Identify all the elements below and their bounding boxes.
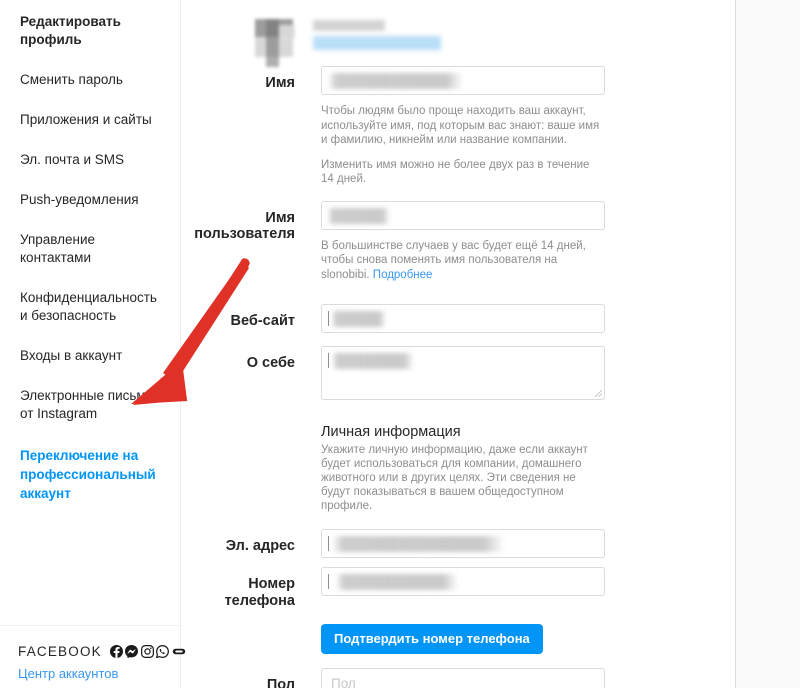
sidebar-item-change-password[interactable]: Сменить пароль [0,60,180,100]
username-help-text: В большинстве случаев у вас будет ещё 14… [321,239,605,283]
bio-caret [328,353,329,368]
field-row-email: Эл. адрес [181,529,735,558]
change-photo-link-redacted[interactable] [313,36,441,50]
email-field-wrap [321,529,655,558]
bio-label: О себе [246,355,295,371]
username-value-redacted [328,207,390,224]
gender-label: Пол [266,677,295,688]
username-label: Имя пользователя [181,201,321,242]
confirm-phone-spacer [181,624,321,633]
facebook-brand-row: FACEBOOK [18,644,186,659]
personal-info-title: Личная информация [321,424,461,440]
email-label: Эл. адрес [225,538,295,554]
username-field-wrap: В большинстве случаев у вас будет ещё 14… [321,200,655,283]
website-field-wrap [321,304,655,333]
phone-field-wrap [321,567,655,596]
sidebar-footer: FACEBOOK Центр аккаунтов [0,625,186,688]
phone-caret [328,574,329,589]
sidebar-item-email-and-sms[interactable]: Эл. почта и SMS [0,140,180,180]
phone-input[interactable] [321,567,605,596]
name-help-text-1: Чтобы людям было проще находить ваш акка… [321,105,600,146]
email-value-redacted [332,536,504,552]
sidebar-item-label: Эл. почта и SMS [20,152,125,167]
accounts-center-link[interactable]: Центр аккаунтов [18,666,162,681]
field-row-website: Веб-сайт [181,304,735,333]
sidebar-item-label: Переключение на профессиональный аккаунт [20,448,156,501]
sidebar-item-label: Push-уведомления [20,192,139,207]
name-input[interactable] [321,66,605,95]
gender-field-wrap: Пол [321,668,655,688]
email-input[interactable] [321,529,605,558]
facebook-icon[interactable] [109,645,123,658]
personal-info-description: Укажите личную информацию, даже если акк… [321,444,588,512]
sidebar-item-apps-and-sites[interactable]: Приложения и сайты [0,100,180,140]
section-personal-info: Личная информация Укажите личную информа… [181,424,735,513]
sidebar-item-label: Приложения и сайты [20,112,152,127]
website-value-redacted [332,311,386,327]
field-row-bio: О себе [181,346,735,400]
whatsapp-icon[interactable] [156,645,170,658]
username-input[interactable] [321,200,605,230]
username-learn-more-link[interactable]: Подробнее [373,269,433,281]
username-label-line2: пользователя [194,225,295,242]
name-help-text-2: Изменить имя можно не более двух раз в т… [321,158,590,186]
phone-value-redacted [336,574,458,590]
sidebar-item-label: Электронные письма от Instagram [20,388,154,421]
messenger-icon[interactable] [125,645,139,658]
username-help-sentence: В большинстве случаев у вас будет ещё 14… [321,239,586,281]
sidebar-item-privacy-and-security[interactable]: Конфиденциальность и безопасность [0,278,180,336]
gender-placeholder: Пол [331,676,356,688]
bio-value-redacted [332,353,414,369]
sidebar-item-label: Управление контактами [20,232,96,265]
sidebar-item-edit-profile[interactable]: Редактировать профиль [0,2,180,60]
confirm-phone-button[interactable]: Подтвердить номер телефона [321,624,543,654]
profile-header-text [313,17,513,59]
sidebar-item-label: Редактировать профиль [20,14,121,47]
facebook-wordmark: FACEBOOK [18,644,102,659]
footer-social-icons [109,645,186,658]
profile-header [181,10,735,67]
field-row-name: Имя Чтобы людям было проще находить ваш … [181,66,735,187]
phone-label: Номер телефона [224,576,295,609]
sidebar-item-label: Входы в аккаунт [20,348,123,363]
sidebar-item-account-logins[interactable]: Входы в аккаунт [0,336,180,376]
sidebar-nav: Редактировать профиль Сменить пароль При… [0,0,180,625]
sidebar-item-manage-contacts[interactable]: Управление контактами [0,220,180,278]
name-label: Имя [265,75,295,91]
edit-profile-form: Имя Чтобы людям было проще находить ваш … [181,0,735,688]
personal-info-spacer [181,424,321,433]
website-input[interactable] [321,304,605,333]
website-caret [328,311,329,326]
field-row-gender: Пол Пол [181,668,735,688]
email-caret [328,536,329,551]
website-label: Веб-сайт [230,313,295,329]
settings-sidebar: Редактировать профиль Сменить пароль При… [0,0,186,688]
sidebar-item-label: Сменить пароль [20,72,123,87]
name-value-redacted [328,73,463,89]
avatar[interactable] [255,19,295,67]
sidebar-item-switch-to-professional-account[interactable]: Переключение на профессиональный аккаунт [0,434,180,514]
bio-field-wrap [321,346,655,400]
profile-username-redacted [313,20,385,31]
confirm-phone-wrap: Подтвердить номер телефона [321,624,655,654]
username-label-line1: Имя [265,209,295,226]
sidebar-item-label: Конфиденциальность и безопасность [20,290,157,323]
resize-handle-icon[interactable] [593,388,603,398]
sidebar-item-emails-from-instagram[interactable]: Электронные письма от Instagram [0,376,180,434]
field-row-username: Имя пользователя В большинстве случаев у… [181,200,735,283]
instagram-icon[interactable] [140,645,154,658]
gender-input[interactable]: Пол [321,668,605,688]
field-row-phone: Номер телефона [181,567,735,610]
sidebar-item-push-notifications[interactable]: Push-уведомления [0,180,180,220]
settings-card: Редактировать профиль Сменить пароль При… [0,0,736,688]
personal-info-wrap: Личная информация Укажите личную информа… [321,424,655,513]
name-field-wrap: Чтобы людям было проще находить ваш акка… [321,66,655,187]
bio-textarea[interactable] [321,346,605,400]
row-confirm-phone: Подтвердить номер телефона [181,624,735,654]
settings-page: Редактировать профиль Сменить пароль При… [0,0,800,688]
